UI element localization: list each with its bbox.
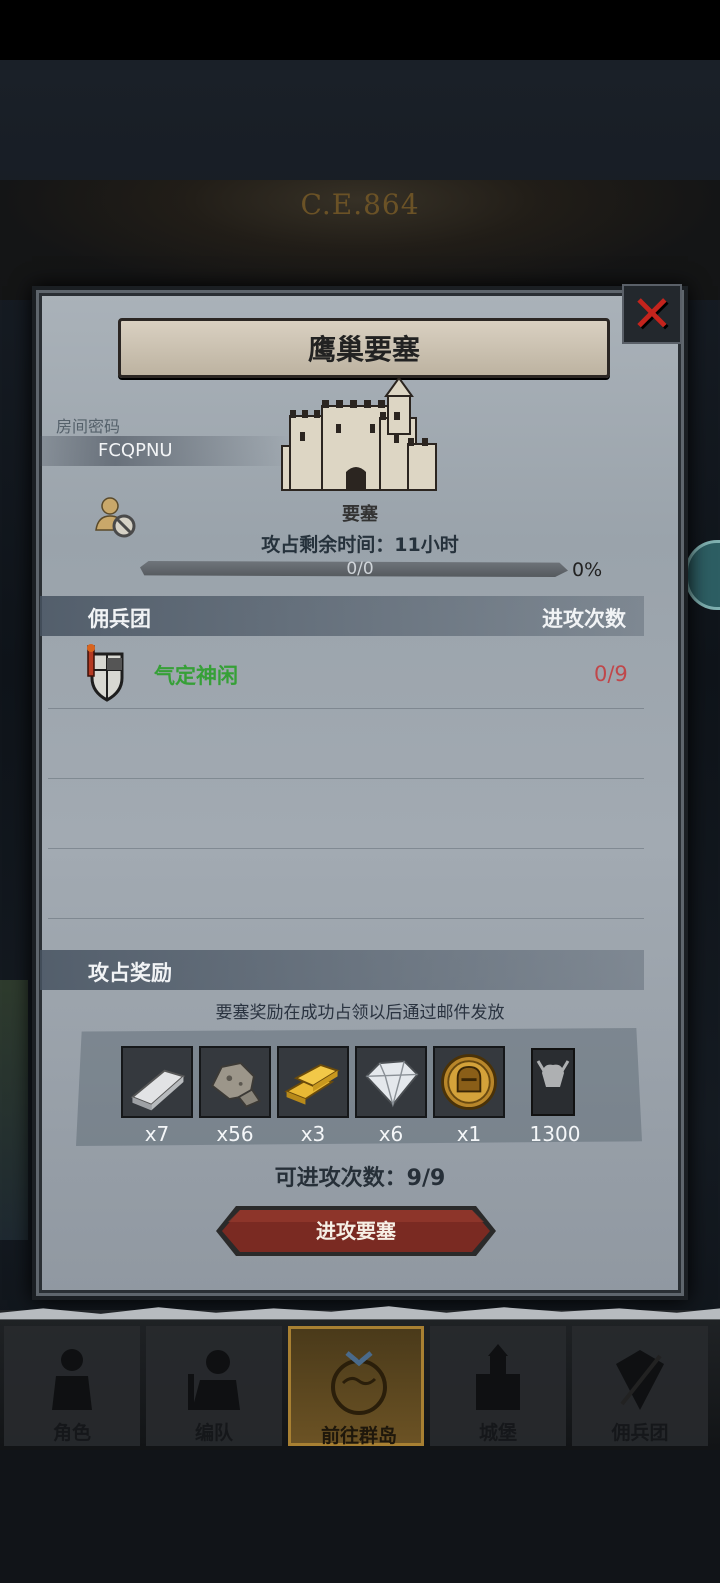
reward-section-title: 攻占奖励 — [88, 961, 172, 985]
nav-label: 编队 — [194, 1422, 233, 1444]
bottom-filler — [0, 1450, 720, 1583]
nav-tab-formation[interactable]: 编队 — [146, 1326, 282, 1446]
reward-qty: x6 — [378, 1122, 404, 1146]
guild-name[interactable]: 气定神闲 — [154, 660, 238, 690]
target-name: 要塞 — [342, 504, 378, 525]
reward-qty: x1 — [456, 1122, 482, 1146]
character-icon — [52, 1349, 92, 1410]
close-button[interactable]: ✕ — [622, 284, 682, 344]
user-blocked-icon[interactable] — [92, 494, 138, 540]
nav-tab-islands[interactable]: 前往群岛 — [288, 1326, 424, 1447]
dialog-title-bar: 鹰巢要塞 — [118, 318, 610, 378]
diamond-icon — [357, 1048, 425, 1116]
ore-rock-icon — [201, 1048, 269, 1116]
castle-icon — [476, 1344, 520, 1410]
reward-item-silver[interactable] — [121, 1046, 193, 1118]
row-divider — [48, 918, 644, 919]
silver-bar-icon — [123, 1048, 191, 1116]
attack-count-column-header: 进攻次数 — [542, 607, 626, 631]
progress-count: 0/0 — [346, 559, 374, 579]
reward-item-ore[interactable] — [199, 1046, 271, 1118]
nav-label: 角色 — [52, 1422, 91, 1444]
guild-shield-icon — [87, 644, 124, 702]
remaining-time: 攻占剩余时间：11小时 — [261, 534, 459, 556]
room-password-label: 房间密码 — [56, 417, 121, 436]
gold-bar-icon — [279, 1048, 347, 1116]
guild-attack-count: 0/9 — [594, 662, 628, 686]
nav-tab-castle[interactable]: 城堡 — [430, 1326, 566, 1446]
reward-qty: x7 — [144, 1122, 170, 1146]
remaining-attempts: 可进攻次数：9/9 — [274, 1166, 446, 1191]
banner-token-icon[interactable] — [530, 1047, 576, 1117]
reward-note: 要塞奖励在成功占领以后通过邮件发放 — [215, 1003, 505, 1023]
reward-qty: x3 — [300, 1122, 326, 1146]
reward-item-diamond[interactable] — [355, 1046, 427, 1118]
row-divider — [48, 848, 644, 849]
helmet-coin-icon — [435, 1048, 503, 1116]
nav-tab-mercenary[interactable]: 佣兵团 — [572, 1326, 708, 1446]
formation-icon — [188, 1350, 240, 1410]
fortress-icon — [281, 376, 437, 491]
guild-column-header: 佣兵团 — [88, 607, 151, 631]
row-divider — [48, 708, 644, 709]
era-label: C.E.864 — [300, 188, 420, 221]
left-side-panel — [0, 980, 28, 1240]
room-code: FCQPNU — [98, 440, 173, 461]
reward-item-gold[interactable] — [277, 1046, 349, 1118]
progress-percent: 0% — [572, 559, 603, 581]
reward-qty: x56 — [216, 1122, 254, 1146]
nav-label: 佣兵团 — [611, 1422, 669, 1444]
status-bar-area — [0, 0, 720, 60]
dialog-title: 鹰巢要塞 — [307, 333, 420, 366]
nav-label: 城堡 — [478, 1422, 517, 1444]
reward-qty: 1300 — [529, 1122, 581, 1146]
nav-label: 前往群岛 — [320, 1425, 397, 1447]
globe-icon — [331, 1351, 387, 1415]
reward-item-helmet-coin[interactable] — [433, 1046, 505, 1118]
attack-button-label: 进攻要塞 — [316, 1219, 396, 1243]
nav-tab-character[interactable]: 角色 — [4, 1326, 140, 1446]
attack-fortress-button[interactable]: 进攻要塞 — [214, 1204, 498, 1258]
close-icon: ✕ — [631, 285, 673, 343]
row-divider — [48, 778, 644, 779]
mercenary-icon — [616, 1350, 664, 1410]
